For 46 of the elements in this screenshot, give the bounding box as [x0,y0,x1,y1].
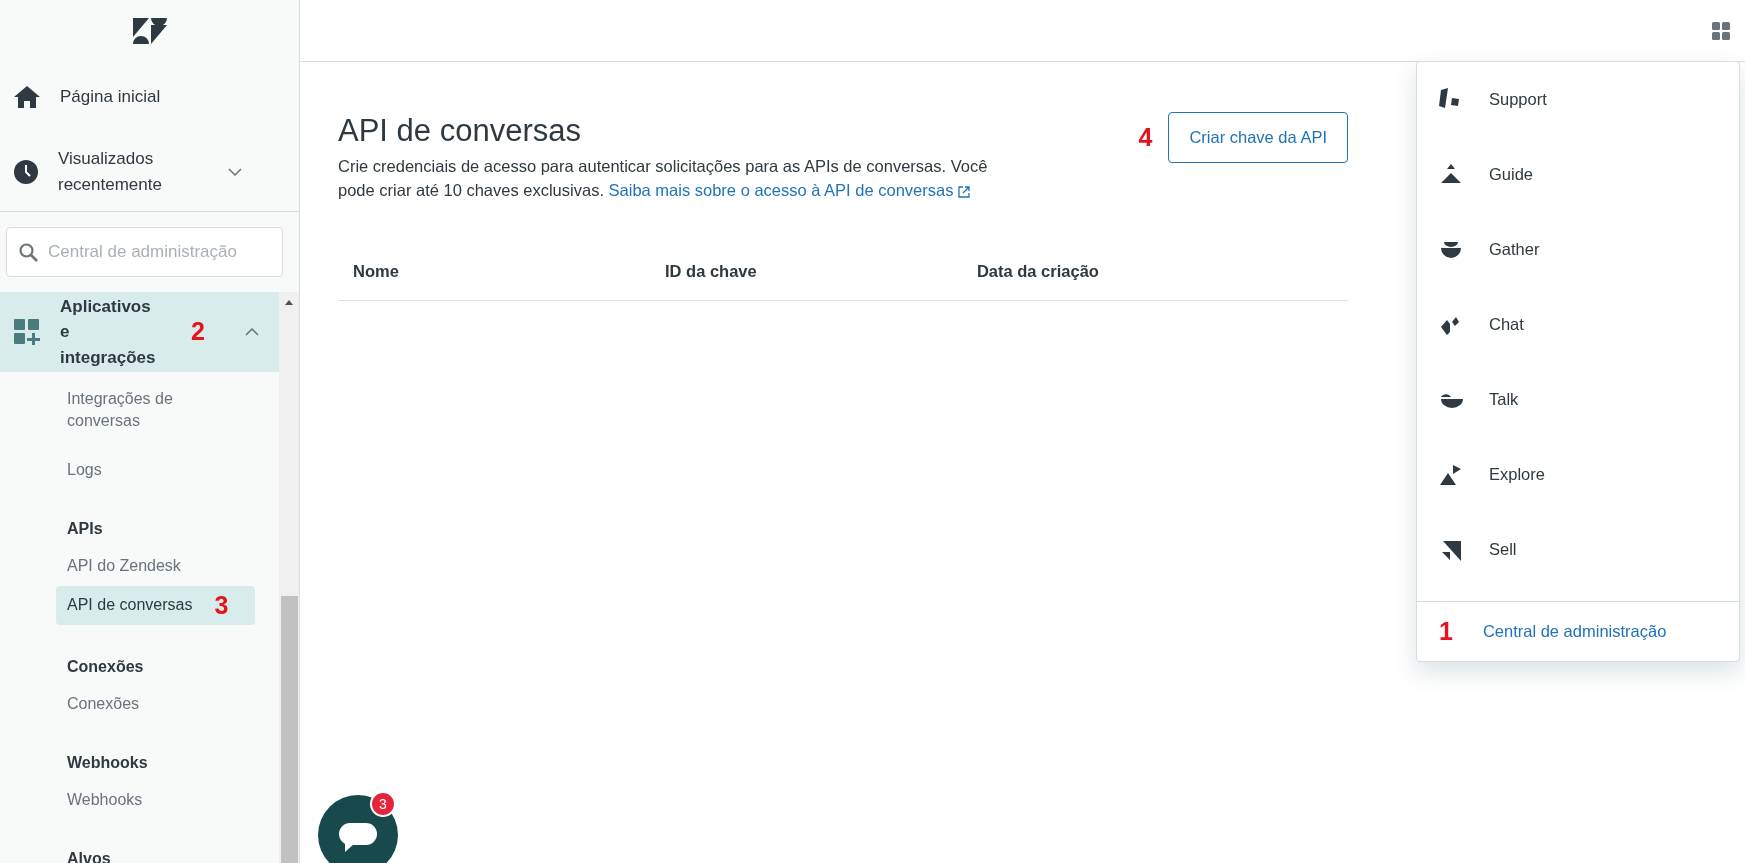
admin-center-link[interactable]: Central de administração [1482,619,1667,644]
column-header: Nome [352,261,400,283]
nav-item[interactable]: Página inicial [0,62,299,132]
product-menu-item[interactable]: Sell [1417,512,1739,587]
scroll-up-arrow-icon[interactable] [284,298,294,306]
product-menu-item[interactable]: Explore [1417,437,1739,512]
sidebar-link[interactable]: Logs [56,452,255,488]
nav-item[interactable]: Visualizados recentemente [0,132,299,212]
group-heading: Conexões [66,656,145,677]
help-link[interactable]: Saiba mais sobre o acesso à API de conversas [608,181,970,200]
create-key-button[interactable]: Criar chave da API [1168,112,1348,163]
sidebar-link[interactable]: Conexões [56,686,255,721]
product-menu-item[interactable]: Guide [1417,137,1739,212]
sidebar-link[interactable]: Integrações de conversas [56,382,255,439]
notification-badge: 3 [370,791,396,817]
scrollbar[interactable] [279,292,299,863]
group-heading: Webhooks [66,752,149,773]
page-description: Crie credenciais de acesso para autenticar solicitações para as APIs de conversas. Você pode criar até 10 chaves exclusivas. Saiba mais sobre o acesso à API de conversas [338,156,989,202]
apps-grid-icon[interactable] [1712,21,1730,40]
annotation-number: 1 [1439,615,1453,647]
sidebar-link[interactable]: API de conversas 3 [56,585,255,625]
sidebar-link[interactable]: API do Zendesk [56,549,255,584]
search-icon [19,242,38,262]
chat-button[interactable]: 3 [318,795,398,863]
product-menu-item[interactable]: Talk [1417,362,1739,437]
product-menu-item[interactable]: Gather [1417,212,1739,287]
page-title: API de conversas [338,112,582,150]
search-input: Central de administração [46,238,270,266]
column-header: Data da criação [975,261,1100,283]
sidebar-section[interactable]: Aplicativos e integrações 2 [0,292,279,372]
annotation-number: 4 [1138,121,1153,153]
apps-add-icon [14,319,40,345]
external-link-icon [958,185,970,198]
product-menu-item[interactable]: Chat [1417,287,1739,362]
product-menu-item[interactable]: Support [1417,62,1739,137]
home-icon [14,86,40,108]
annotation-number: 2 [191,316,205,348]
chat-bubble-icon [339,823,377,853]
clock-icon [14,159,38,184]
chevron-icon[interactable] [245,328,259,336]
sidebar-link[interactable]: Webhooks [56,782,255,818]
group-heading: APIs [66,519,104,540]
logo-icon[interactable] [132,18,167,44]
column-header: ID da chave [663,261,758,283]
chevron-icon[interactable] [228,167,242,176]
search-field[interactable]: Central de administração [6,227,283,277]
